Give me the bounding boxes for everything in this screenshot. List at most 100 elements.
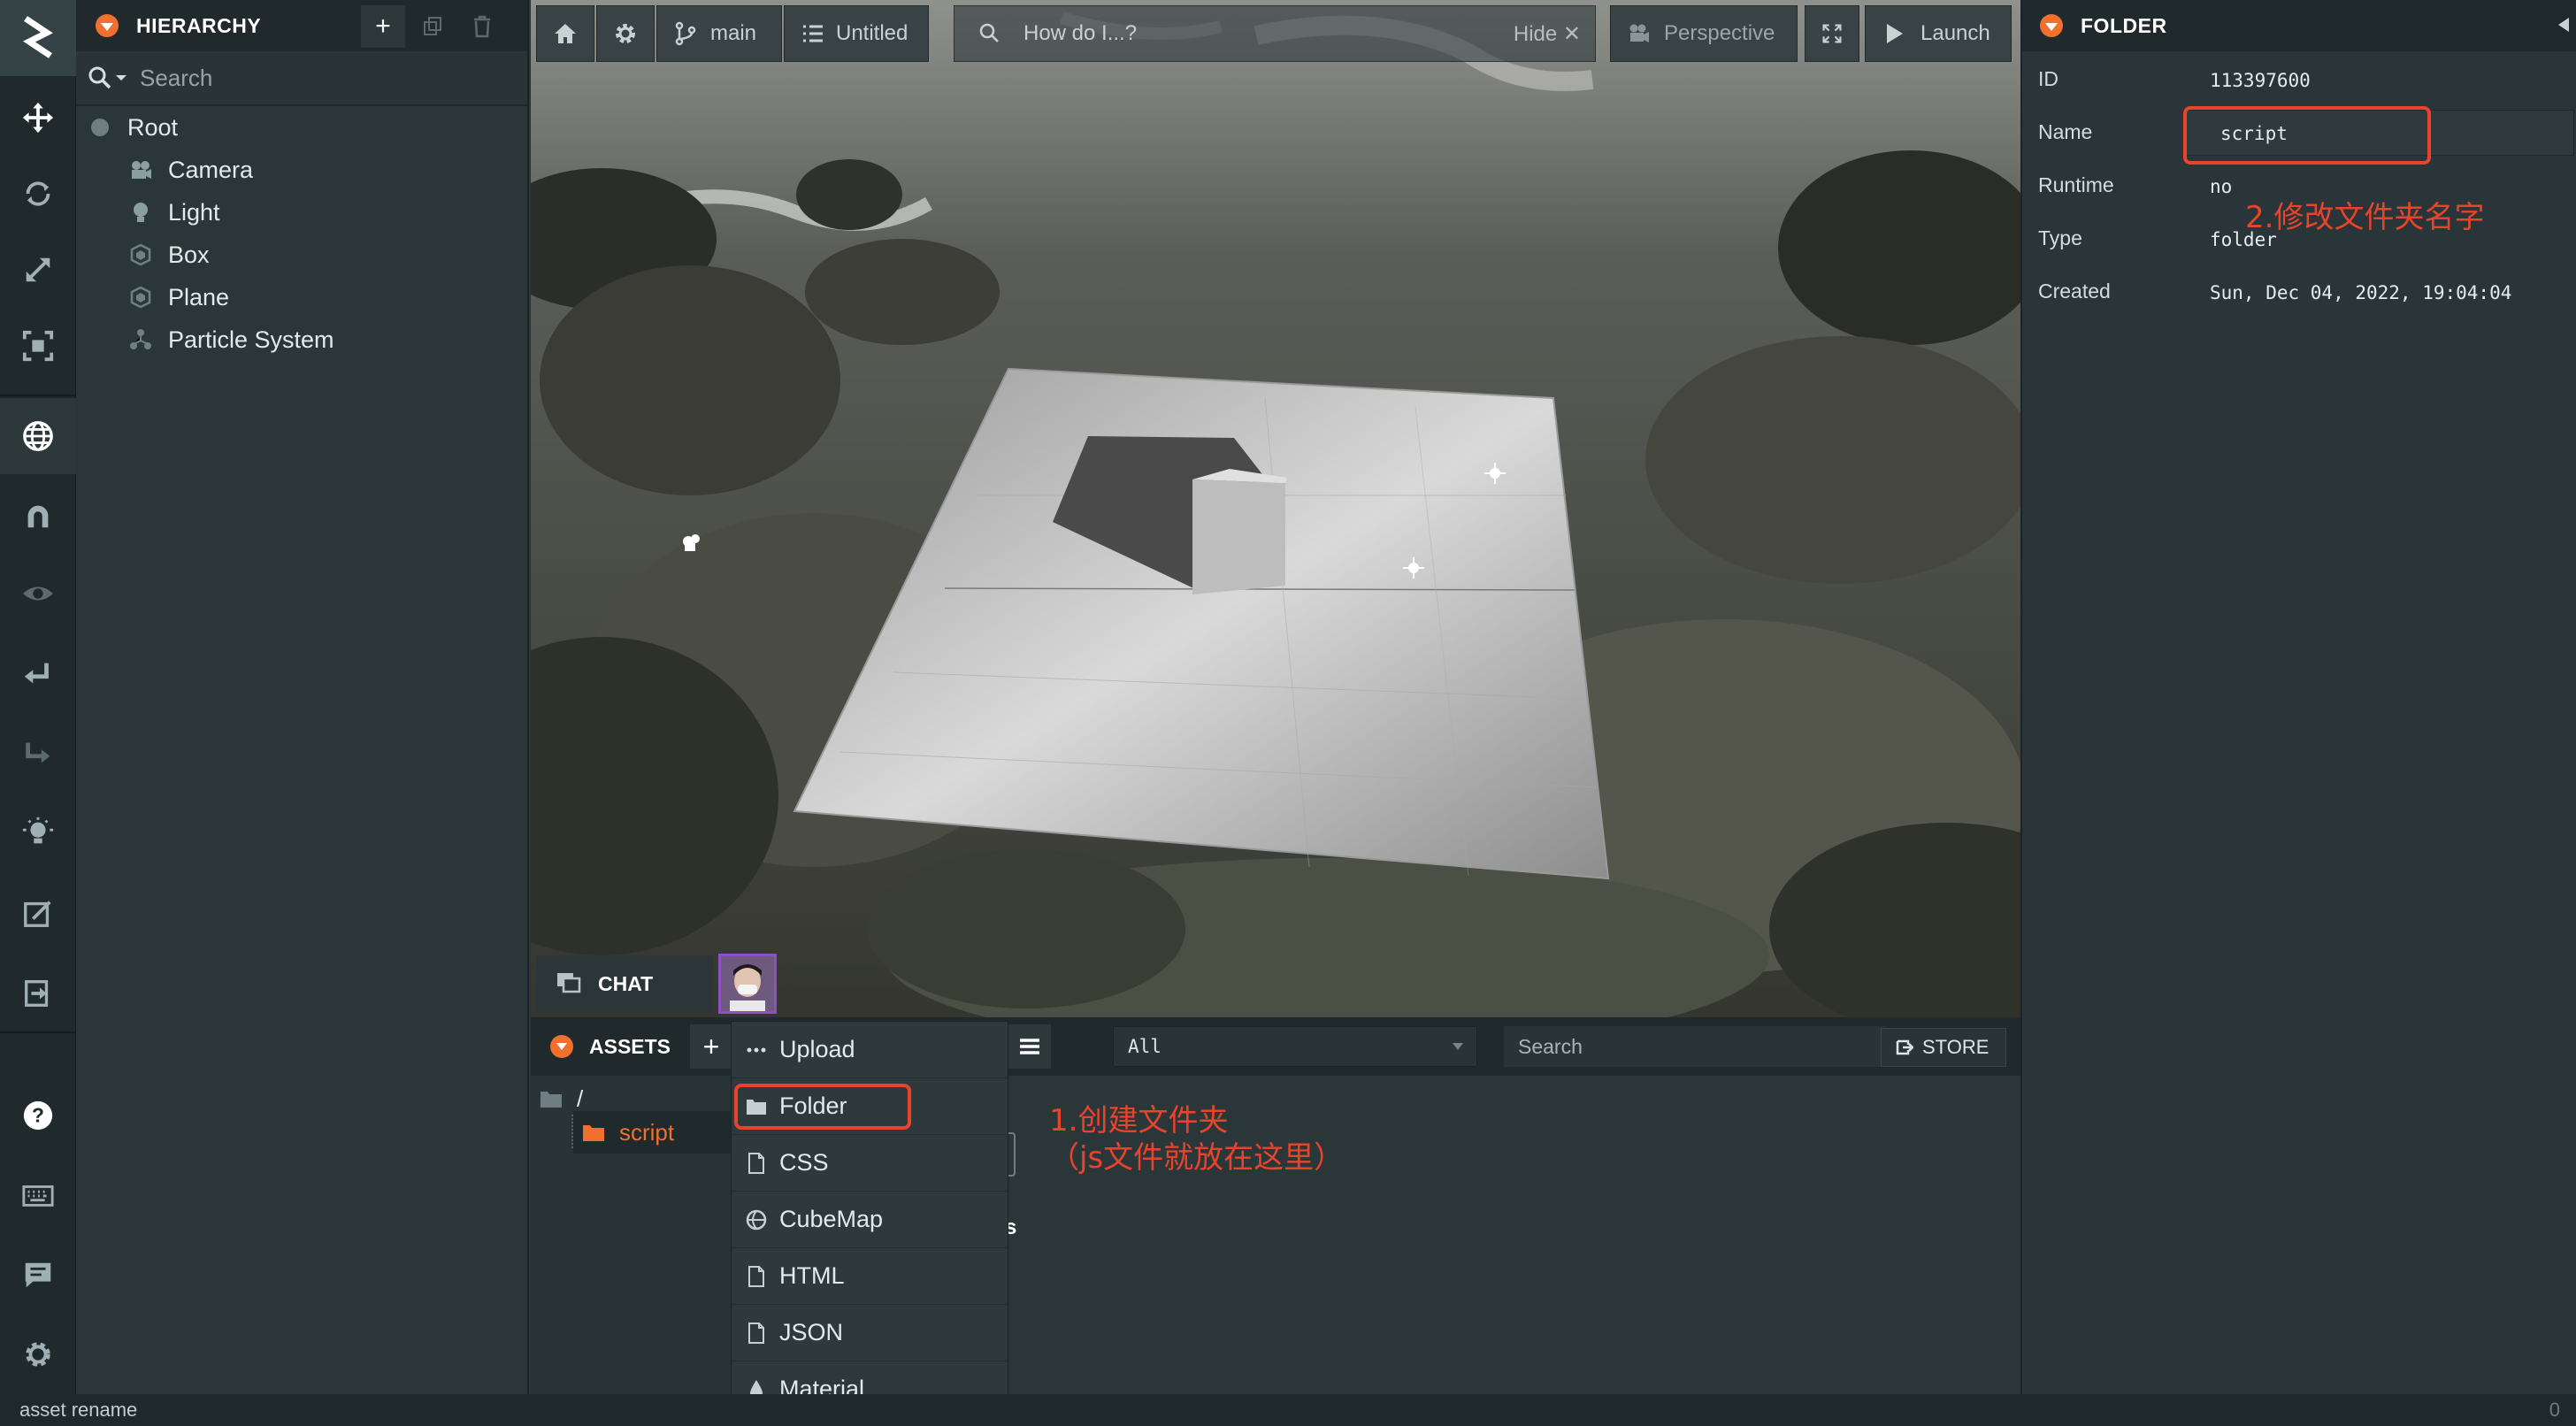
code-editor-icon[interactable]: [0, 876, 76, 952]
chevron-down-icon: [1453, 1043, 1463, 1050]
bake-lightmap-icon[interactable]: [0, 794, 76, 870]
menu-item-upload[interactable]: Upload: [732, 1022, 1009, 1078]
hierarchy-search[interactable]: Search: [76, 51, 527, 106]
field-label-type: Type: [2038, 226, 2082, 249]
asset-filter-select[interactable]: All: [1113, 1026, 1477, 1067]
add-entity-button[interactable]: +: [361, 5, 405, 48]
camera-mode-button[interactable]: Perspective: [1610, 5, 1798, 62]
tree-item-root-folder[interactable]: /: [540, 1083, 583, 1115]
annotation-step1-line1: 1.创建文件夹: [1049, 1103, 1229, 1138]
menu-item-cubemap[interactable]: CubeMap: [732, 1192, 1009, 1248]
camera-icon: [1629, 24, 1649, 42]
add-asset-menu: Upload Folder CSS CubeMap HTML JSON Mate…: [731, 1021, 1009, 1426]
search-input[interactable]: Search: [140, 65, 212, 92]
scene-button[interactable]: Untitled: [784, 5, 929, 62]
translate-tool-icon[interactable]: [0, 80, 76, 156]
menu-item-label: HTML: [779, 1262, 845, 1289]
fullscreen-button[interactable]: [1805, 5, 1859, 62]
tree-item-plane[interactable]: Plane: [127, 277, 229, 318]
publish-icon[interactable]: [0, 955, 76, 1031]
more-dots-icon: [744, 1038, 769, 1062]
settings-gear-icon[interactable]: [0, 1316, 76, 1392]
gear-icon: [616, 24, 635, 43]
chat-button[interactable]: CHAT: [536, 955, 713, 1012]
resize-tool-icon[interactable]: [0, 308, 76, 384]
tree-item-script-folder[interactable]: script: [573, 1111, 732, 1154]
rotate-tool-icon[interactable]: [0, 156, 76, 232]
collapse-panel-icon[interactable]: [550, 1035, 573, 1058]
view-toggle-button[interactable]: [1008, 1024, 1051, 1069]
panel-title: HIERARCHY: [136, 13, 262, 37]
branch-icon: [675, 21, 696, 46]
panel-title: FOLDER: [2081, 13, 2167, 37]
keyboard-shortcuts-icon[interactable]: [0, 1157, 76, 1233]
undo-icon[interactable]: [0, 635, 76, 711]
collapse-panel-icon[interactable]: [2040, 14, 2063, 37]
playcanvas-logo[interactable]: [0, 0, 76, 76]
tree-item-light[interactable]: Light: [127, 192, 220, 233]
tree-item-label: Particle System: [168, 326, 334, 353]
branch-button[interactable]: main: [656, 5, 782, 62]
world-space-icon[interactable]: [0, 398, 76, 474]
tree-item-box[interactable]: Box: [127, 234, 210, 275]
toolbar-divider: [0, 1031, 76, 1033]
help-search-bar[interactable]: How do I...? Hide ✕: [954, 5, 1596, 62]
asset-search-input[interactable]: Search: [1504, 1026, 1886, 1067]
folder-label: script: [619, 1118, 675, 1146]
tree-item-root[interactable]: Root: [87, 107, 178, 148]
add-asset-button[interactable]: +: [690, 1024, 732, 1069]
menu-item-html[interactable]: HTML: [732, 1248, 1009, 1305]
file-icon: [744, 1151, 769, 1176]
tree-item-label: Light: [168, 198, 220, 226]
annotation-step1: 1.创建文件夹 （js文件就放在这里）: [1049, 1102, 1344, 1177]
search-icon: [88, 66, 111, 89]
scale-tool-icon[interactable]: [0, 232, 76, 308]
asset-folder-tree: / script: [531, 1076, 732, 1394]
filter-value: All: [1128, 1036, 1162, 1057]
home-icon: [555, 24, 576, 43]
collapse-side-icon[interactable]: [2557, 16, 2571, 34]
scene-viewport[interactable]: [531, 0, 2020, 1017]
settings-button[interactable]: [596, 5, 655, 62]
menu-item-css[interactable]: CSS: [732, 1135, 1009, 1192]
play-icon: [1887, 24, 1903, 43]
hierarchy-panel: HIERARCHY + Search Root Camera Light Box…: [76, 0, 529, 1394]
collapse-panel-icon[interactable]: [96, 14, 119, 37]
hide-label: Hide: [1513, 21, 1558, 46]
tree-item-particle-system[interactable]: Particle System: [127, 319, 334, 360]
tree-item-camera[interactable]: Camera: [127, 150, 253, 190]
feedback-icon[interactable]: [0, 1237, 76, 1313]
status-count: 0: [2549, 1399, 2560, 1421]
store-button[interactable]: STORE: [1881, 1028, 2006, 1067]
chat-icon: [557, 973, 581, 993]
expand-icon: [1822, 24, 1842, 43]
tree-item-label: Root: [127, 113, 179, 141]
field-label-name: Name: [2038, 120, 2093, 143]
home-button[interactable]: [536, 5, 594, 62]
folder-icon: [540, 1092, 562, 1108]
list-view-icon: [1020, 1039, 1039, 1054]
folder-label: /: [577, 1085, 584, 1112]
hide-help-button[interactable]: Hide ✕: [1514, 21, 1581, 47]
store-icon: [1896, 1039, 1913, 1055]
camera-mode-label: Perspective: [1664, 21, 1775, 45]
left-toolbar: ?: [0, 0, 76, 1394]
panel-title: ASSETS: [589, 1035, 671, 1058]
menu-item-label: JSON: [779, 1319, 844, 1346]
help-icon[interactable]: ?: [0, 1077, 76, 1154]
chevron-down-icon[interactable]: [115, 73, 127, 82]
menu-item-json[interactable]: JSON: [732, 1305, 1009, 1361]
help-search-input[interactable]: How do I...?: [1024, 21, 1137, 46]
menu-item-label: Upload: [779, 1036, 855, 1062]
duplicate-entity-icon[interactable]: [410, 5, 455, 48]
inspector-header: FOLDER: [2022, 0, 2576, 51]
redo-icon[interactable]: [0, 715, 76, 791]
avatar-image: [721, 956, 774, 1011]
eye-icon[interactable]: [0, 556, 76, 632]
user-avatar[interactable]: [718, 954, 777, 1014]
status-bar: asset rename 0: [0, 1394, 2576, 1426]
delete-entity-icon[interactable]: [460, 5, 504, 48]
snap-magnet-icon[interactable]: [0, 478, 76, 554]
launch-button[interactable]: Launch: [1865, 5, 2012, 62]
hierarchy-header: HIERARCHY +: [76, 0, 527, 51]
